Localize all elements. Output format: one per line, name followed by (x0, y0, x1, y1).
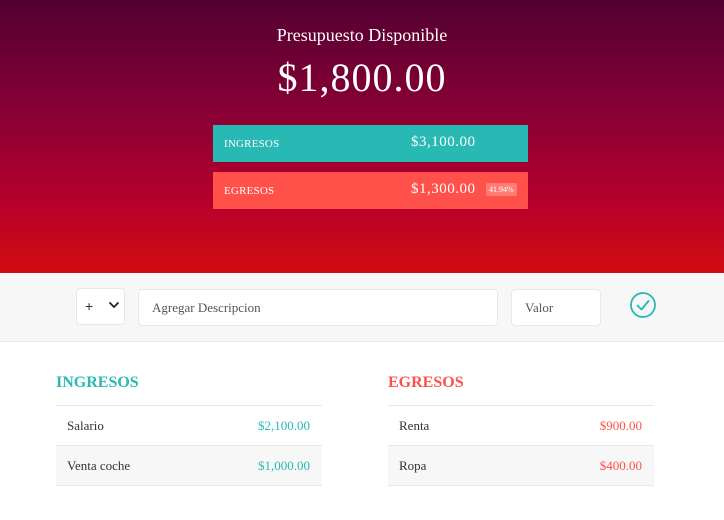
item-description: Ropa (399, 458, 427, 473)
item-amount: $900.00 (599, 418, 642, 433)
item-amount: $2,100.00 (258, 418, 310, 433)
check-circle-icon[interactable] (628, 290, 658, 320)
expense-summary: EGRESOS $1,300.00 41.94% (213, 172, 528, 209)
item-amount: $400.00 (599, 458, 642, 473)
income-summary: INGRESOS $3,100.00 (213, 125, 528, 162)
expense-list-title: EGRESOS (388, 372, 654, 406)
list-item[interactable]: Renta $900.00 (388, 406, 654, 446)
type-select-value: + (85, 298, 94, 314)
list-item[interactable]: Venta coche $1,000.00 (56, 446, 322, 486)
expense-percentage-badge: 41.94% (486, 183, 517, 196)
list-item[interactable]: Ropa $400.00 (388, 446, 654, 486)
description-input[interactable] (138, 289, 498, 326)
item-amount: $1,000.00 (258, 458, 310, 473)
income-summary-label: INGRESOS (224, 138, 280, 150)
list-item[interactable]: Salario $2,100.00 (56, 406, 322, 446)
budget-header: Presupuesto Disponible $1,800.00 INGRESO… (0, 0, 724, 273)
item-description: Salario (67, 418, 104, 433)
budget-title: Presupuesto Disponible (276, 25, 448, 45)
item-description: Venta coche (67, 458, 131, 473)
income-list-title: INGRESOS (56, 372, 322, 406)
budget-value: $1,800.00 (277, 55, 447, 100)
add-entry-bar: + (0, 273, 724, 342)
expense-summary-value: $1,300.00 (411, 181, 476, 197)
type-select[interactable]: + (76, 288, 125, 325)
income-summary-value: $3,100.00 (411, 134, 476, 150)
value-input[interactable] (511, 289, 601, 326)
expense-list: EGRESOS Renta $900.00 Ropa $400.00 (388, 372, 654, 486)
item-description: Renta (399, 418, 430, 433)
expense-summary-label: EGRESOS (224, 185, 275, 197)
chevron-down-icon (109, 302, 119, 308)
income-list: INGRESOS Salario $2,100.00 Venta coche $… (56, 372, 322, 486)
